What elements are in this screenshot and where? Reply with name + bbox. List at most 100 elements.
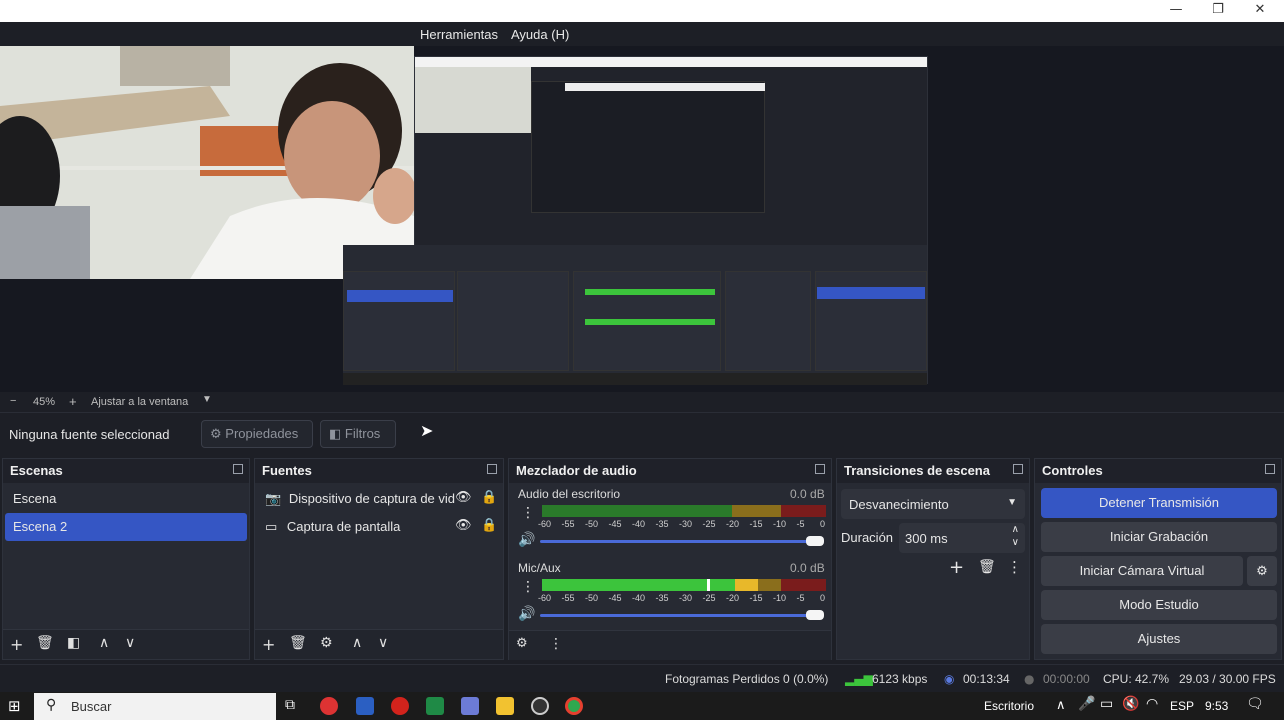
volume-muted-icon[interactable]: 🔇 xyxy=(1122,696,1139,712)
zoom-dropdown-icon[interactable]: ▼ xyxy=(202,394,212,405)
scene-item[interactable]: Escena xyxy=(5,485,247,513)
meter-tick-label: -30 xyxy=(679,519,693,529)
move-up-icon[interactable]: ∧ xyxy=(99,635,109,651)
eye-icon[interactable]: 👁 xyxy=(455,518,472,533)
file-explorer-icon[interactable] xyxy=(496,697,514,715)
menu-help[interactable]: Ayuda (H) xyxy=(511,27,569,42)
restore-button[interactable]: ❐ xyxy=(1196,0,1240,20)
tray-chevron-icon[interactable]: ∧ xyxy=(1056,697,1066,713)
trash-icon[interactable]: 🗑 xyxy=(978,559,996,575)
minimize-button[interactable]: — xyxy=(1154,0,1198,20)
volume-slider-handle[interactable] xyxy=(806,536,824,546)
dock-float-icon[interactable] xyxy=(1265,464,1275,474)
properties-button[interactable]: ⚙ Propiedades xyxy=(201,420,313,448)
meter-tick-label: -55 xyxy=(561,519,575,529)
transition-select[interactable]: Desvanecimiento ▼ xyxy=(841,489,1025,519)
chrome-icon[interactable] xyxy=(565,697,583,715)
monitor-icon[interactable]: ▭ xyxy=(1100,696,1113,712)
gear-icon[interactable]: ⚙ xyxy=(320,635,333,651)
lock-icon[interactable]: 🔒 xyxy=(481,490,497,505)
add-icon[interactable]: + xyxy=(949,557,964,578)
obs-icon[interactable] xyxy=(531,697,549,715)
preview-canvas[interactable] xyxy=(0,46,1284,392)
source-item[interactable]: 📷 Dispositivo de captura de vid 👁 🔒 xyxy=(257,485,501,513)
zoom-out-button[interactable]: − xyxy=(10,395,16,407)
virtual-camera-settings-button[interactable]: ⚙ xyxy=(1247,556,1277,586)
eye-icon[interactable]: 👁 xyxy=(455,490,472,505)
mixer-track-name: Mic/Aux xyxy=(518,561,561,575)
start-recording-button[interactable]: Iniciar Grabación xyxy=(1041,522,1277,552)
lock-icon[interactable]: 🔒 xyxy=(481,518,497,533)
clock[interactable]: 9:53 xyxy=(1205,699,1228,713)
trash-icon[interactable]: 🗑 xyxy=(289,635,307,651)
kebab-menu-icon[interactable]: ⋮ xyxy=(549,636,563,652)
pdf-reader-icon[interactable] xyxy=(391,697,409,715)
word-icon[interactable] xyxy=(356,697,374,715)
dock-float-icon[interactable] xyxy=(1013,464,1023,474)
windows-start-icon[interactable]: ⊞ xyxy=(8,697,21,715)
menu-tools[interactable]: Herramientas xyxy=(420,27,498,42)
add-icon[interactable]: + xyxy=(262,635,275,654)
zoom-value: 45% xyxy=(33,396,56,408)
meter-tick-label: -15 xyxy=(749,519,763,529)
taskbar-search-box[interactable]: ⚲ Buscar xyxy=(34,693,276,720)
no-source-label: Ninguna fuente seleccionad xyxy=(9,427,170,442)
kebab-menu-icon[interactable]: ⋮ xyxy=(1007,558,1022,576)
trash-icon[interactable]: 🗑 xyxy=(36,635,54,651)
move-down-icon[interactable]: ∨ xyxy=(378,635,388,651)
task-view-icon[interactable]: ⧉ xyxy=(285,697,295,713)
settings-button[interactable]: Ajustes xyxy=(1041,624,1277,654)
speaker-icon[interactable]: 🔊 xyxy=(518,606,535,622)
language-indicator[interactable]: ESP xyxy=(1170,699,1194,713)
volume-slider[interactable] xyxy=(540,540,824,543)
dock-float-icon[interactable] xyxy=(815,464,825,474)
excel-icon[interactable] xyxy=(426,697,444,715)
spin-up-icon[interactable]: ∧ xyxy=(1012,524,1019,535)
cpu-usage: CPU: 42.7% xyxy=(1103,672,1170,686)
wifi-icon[interactable]: ◠ xyxy=(1146,696,1158,712)
kebab-menu-icon[interactable]: ⋮ xyxy=(521,505,535,521)
scenes-footer: + 🗑 ◧ ∧ ∨ xyxy=(3,629,249,659)
dock-float-icon[interactable] xyxy=(487,464,497,474)
volume-slider-handle[interactable] xyxy=(806,610,824,620)
source-item[interactable]: ▭ Captura de pantalla 👁 🔒 xyxy=(257,513,501,541)
desktop-toolbar-label[interactable]: Escritorio xyxy=(984,699,1034,713)
mouse-cursor-icon: ➤ xyxy=(420,421,434,440)
meter-tick-label: 0 xyxy=(820,519,826,529)
live-icon: ◉ xyxy=(944,672,955,686)
speaker-icon[interactable]: 🔊 xyxy=(518,532,535,548)
calculator-icon[interactable] xyxy=(461,697,479,715)
add-icon[interactable]: + xyxy=(10,635,23,654)
close-button[interactable]: ✕ xyxy=(1238,0,1282,20)
meter-tick-label: -25 xyxy=(702,593,716,603)
notifications-icon[interactable]: 🗨 xyxy=(1246,696,1264,712)
scene-item-selected[interactable]: Escena 2 xyxy=(5,513,247,541)
filters-button[interactable]: ◧ Filtros xyxy=(320,420,396,448)
chrome-icon[interactable] xyxy=(320,697,338,715)
status-bar: Fotogramas Perdidos 0 (0.0%) ▂▄▆ 6123 kb… xyxy=(0,664,1284,692)
mixer-track-db: 0.0 dB xyxy=(790,561,825,575)
filter-icon: ◧ xyxy=(329,427,342,442)
duration-spinbox[interactable]: 300 ms ∧ ∨ xyxy=(899,523,1025,553)
spin-down-icon[interactable]: ∨ xyxy=(1012,537,1019,548)
zoom-bar: − 45% + Ajustar a la ventana ▼ xyxy=(0,392,1284,412)
start-virtual-camera-button[interactable]: Iniciar Cámara Virtual xyxy=(1041,556,1243,586)
dock-float-icon[interactable] xyxy=(233,464,243,474)
zoom-fit-label[interactable]: Ajustar a la ventana xyxy=(91,396,188,408)
move-up-icon[interactable]: ∧ xyxy=(352,635,362,651)
kebab-menu-icon[interactable]: ⋮ xyxy=(521,579,535,595)
monitor-icon: ▭ xyxy=(265,520,278,535)
zoom-in-button[interactable]: + xyxy=(69,394,77,409)
studio-mode-button[interactable]: Modo Estudio xyxy=(1041,590,1277,620)
scenes-dock: Escenas Escena Escena 2 + 🗑 ◧ ∧ ∨ xyxy=(2,458,250,660)
scenes-title: Escenas xyxy=(3,459,249,483)
audio-meter xyxy=(542,505,826,517)
filter-icon[interactable]: ◧ xyxy=(67,635,80,651)
volume-slider[interactable] xyxy=(540,614,824,617)
microphone-icon[interactable]: 🎤 xyxy=(1078,696,1095,712)
advanced-audio-icon[interactable]: ⚙ xyxy=(516,636,528,651)
move-down-icon[interactable]: ∨ xyxy=(125,635,135,651)
meter-ticks: -60 -55 -50 -45 -40 -35 -30 -25 -20 -15 -10 -5 0 xyxy=(538,593,828,605)
stop-streaming-button[interactable]: Detener Transmisión xyxy=(1041,488,1277,518)
windows-taskbar: ⊞ ⚲ Buscar ⧉ Escritorio ∧ 🎤 ▭ 🔇 ◠ ESP 9:… xyxy=(0,692,1284,720)
